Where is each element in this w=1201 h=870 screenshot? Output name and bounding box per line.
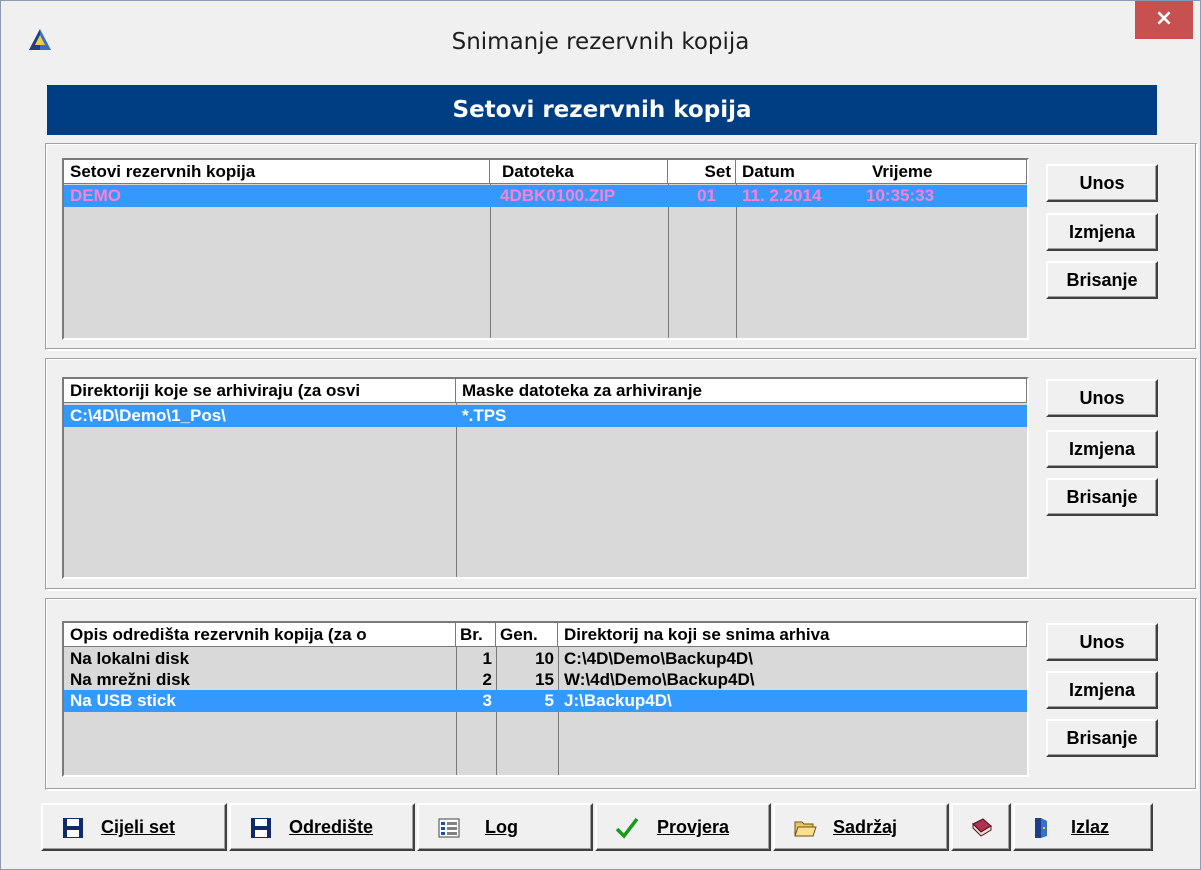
- dest-gen: 15: [535, 670, 554, 689]
- dirs-group: Direktoriji koje se arhiviraju (za osvi …: [45, 358, 1198, 591]
- dest-list[interactable]: Opis odredišta rezervnih kopija (za o Br…: [62, 621, 1029, 777]
- set-file: 4DBK0100.ZIP: [500, 186, 616, 205]
- dest-dir: W:\4d\Demo\Backup4D\: [564, 670, 755, 689]
- floppy-disk-icon: [251, 818, 271, 838]
- set-time: 10:35:33: [866, 186, 935, 205]
- dir-path: C:\4D\Demo\1_Pos\: [70, 406, 226, 425]
- dirs-add-button[interactable]: Unos: [1046, 379, 1158, 417]
- table-row[interactable]: Na lokalni disk 1 10 C:\4D\Demo\Backup4D…: [64, 648, 1027, 669]
- title-bar: Snimanje rezervnih kopija ×: [1, 1, 1200, 81]
- dirs-col-mask[interactable]: Maske datoteka za arhiviranje: [456, 379, 1027, 403]
- full-set-button[interactable]: Cijeli set: [41, 803, 227, 851]
- sets-col-date-time[interactable]: Datum Vrijeme: [736, 160, 1027, 184]
- sets-list[interactable]: Setovi rezervnih kopija Datoteka Set Dat…: [62, 158, 1029, 340]
- floppy-disk-icon: [63, 818, 83, 838]
- set-name: DEMO: [70, 186, 121, 205]
- sets-edit-button[interactable]: Izmjena: [1046, 213, 1158, 251]
- sets-col-date: Datum: [742, 162, 795, 181]
- dest-desc: Na USB stick: [70, 691, 176, 710]
- sets-col-time: Vrijeme: [872, 162, 933, 181]
- help-button[interactable]: [951, 803, 1011, 851]
- dest-col-br[interactable]: Br.: [456, 623, 496, 647]
- table-row[interactable]: DEMO 4DBK0100.ZIP 01 11. 2.2014 10:35:33: [64, 185, 1027, 207]
- log-button[interactable]: Log: [417, 803, 593, 851]
- log-list-icon: [438, 818, 460, 838]
- page-banner: Setovi rezervnih kopija: [47, 85, 1157, 135]
- sets-col-name[interactable]: Setovi rezervnih kopija: [64, 160, 490, 184]
- dest-group: Opis odredišta rezervnih kopija (za o Br…: [45, 598, 1198, 791]
- sets-group: Setovi rezervnih kopija Datoteka Set Dat…: [45, 143, 1198, 351]
- destination-button[interactable]: Odredište: [229, 803, 415, 851]
- dest-br: 3: [482, 691, 492, 710]
- book-icon: [972, 818, 992, 837]
- window-title: Snimanje rezervnih kopija: [451, 29, 750, 55]
- close-icon: ×: [1154, 6, 1174, 31]
- dest-col-desc[interactable]: Opis odredišta rezervnih kopija (za o: [64, 623, 456, 647]
- exit-button[interactable]: Izlaz: [1013, 803, 1153, 851]
- table-row[interactable]: Na mrežni disk 2 15 W:\4d\Demo\Backup4D\: [64, 669, 1027, 690]
- sets-add-button[interactable]: Unos: [1046, 164, 1158, 202]
- dest-desc: Na mrežni disk: [70, 670, 190, 689]
- dest-delete-button[interactable]: Brisanje: [1046, 719, 1158, 757]
- sets-delete-button[interactable]: Brisanje: [1046, 261, 1158, 299]
- dir-mask: *.TPS: [462, 406, 507, 425]
- dest-br: 2: [482, 670, 492, 689]
- sets-col-set[interactable]: Set: [668, 160, 736, 184]
- checkmark-icon: [615, 817, 639, 839]
- set-number: 01: [697, 186, 716, 205]
- table-row[interactable]: Na USB stick 3 5 J:\Backup4D\: [64, 690, 1027, 712]
- table-row[interactable]: C:\4D\Demo\1_Pos\ *.TPS: [64, 405, 1027, 427]
- dest-dir: C:\4D\Demo\Backup4D\: [564, 649, 753, 668]
- content-button[interactable]: Sadržaj: [773, 803, 949, 851]
- dest-col-gen[interactable]: Gen.: [496, 623, 558, 647]
- dirs-list[interactable]: Direktoriji koje se arhiviraju (za osvi …: [62, 377, 1029, 579]
- dirs-delete-button[interactable]: Brisanje: [1046, 478, 1158, 516]
- dest-gen: 10: [535, 649, 554, 668]
- dest-col-dir[interactable]: Direktorij na koji se snima arhiva: [558, 623, 1027, 647]
- dest-add-button[interactable]: Unos: [1046, 623, 1158, 661]
- check-button[interactable]: Provjera: [595, 803, 771, 851]
- set-date: 11. 2.2014: [742, 186, 822, 205]
- close-button[interactable]: ×: [1135, 1, 1193, 39]
- dest-gen: 5: [544, 691, 554, 710]
- dest-dir: J:\Backup4D\: [564, 691, 672, 710]
- dest-edit-button[interactable]: Izmjena: [1046, 671, 1158, 709]
- dest-br: 1: [482, 649, 492, 668]
- door-exit-icon: [1035, 818, 1047, 838]
- sets-col-file[interactable]: Datoteka: [490, 160, 668, 184]
- backup-window: Snimanje rezervnih kopija × Setovi rezer…: [0, 0, 1201, 870]
- dirs-col-dir[interactable]: Direktoriji koje se arhiviraju (za osvi: [64, 379, 456, 403]
- dirs-edit-button[interactable]: Izmjena: [1046, 430, 1158, 468]
- open-folder-icon: [794, 821, 817, 837]
- dest-desc: Na lokalni disk: [70, 649, 190, 668]
